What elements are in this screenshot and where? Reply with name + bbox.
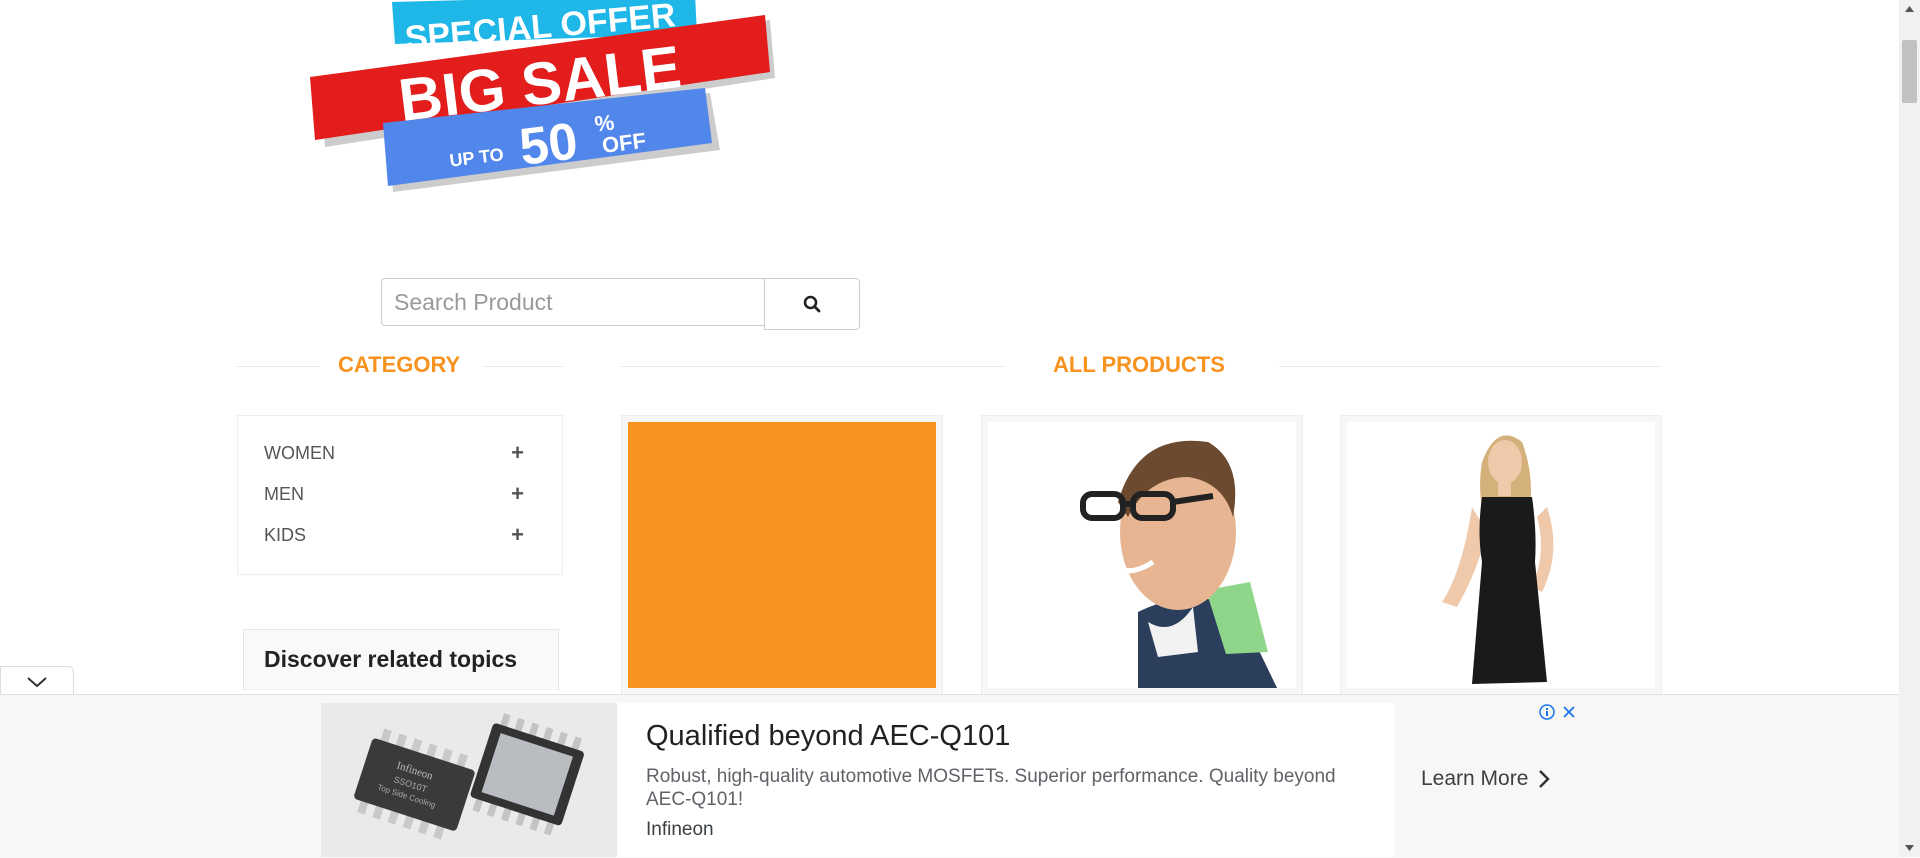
category-item-women[interactable]: WOMEN + (264, 438, 524, 468)
info-icon[interactable] (1539, 704, 1555, 720)
learn-more-label: Learn More (1421, 767, 1529, 790)
ad-image[interactable]: Infineon SSO10T Top Side Cooling (321, 703, 617, 857)
banner-percent: 50 (516, 112, 580, 177)
related-topics-panel: Discover related topics (243, 629, 559, 691)
product-image-woman[interactable] (1347, 422, 1655, 688)
products-divider-right (1279, 366, 1661, 367)
product-card[interactable] (981, 415, 1303, 695)
scrollbar[interactable] (1899, 0, 1920, 857)
products-divider-left (621, 366, 1005, 367)
plus-icon[interactable]: + (511, 522, 524, 548)
search-bar (381, 278, 860, 330)
product-image-placeholder[interactable] (628, 422, 936, 688)
plus-icon[interactable]: + (511, 481, 524, 507)
category-item-kids[interactable]: KIDS + (264, 520, 524, 550)
sale-banner: SPECIAL OFFER BIG SALE UP TO 50 % OFF (310, 0, 775, 192)
product-card[interactable] (621, 415, 943, 695)
close-icon[interactable] (1561, 704, 1577, 720)
category-list: WOMEN + MEN + KIDS + (237, 415, 563, 575)
scroll-up-arrow-icon[interactable] (1899, 0, 1920, 18)
chevron-right-icon (1539, 770, 1551, 788)
ad-brand[interactable]: Infineon (646, 819, 714, 841)
products-title: ALL PRODUCTS (1053, 352, 1225, 377)
scrollbar-thumb[interactable] (1902, 40, 1917, 103)
plus-icon[interactable]: + (511, 440, 524, 466)
ad-banner[interactable]: Infineon SSO10T Top Side Cooling Qualifi… (321, 703, 1577, 857)
product-image-man[interactable] (988, 422, 1296, 688)
scroll-down-arrow-icon[interactable] (1899, 839, 1920, 857)
category-divider-right (483, 366, 563, 367)
ad-controls (1539, 704, 1577, 720)
category-divider-left (237, 366, 319, 367)
banner-off: OFF (601, 128, 648, 158)
category-item-label: WOMEN (264, 442, 335, 463)
category-item-label: KIDS (264, 524, 307, 545)
category-item-men[interactable]: MEN + (264, 479, 524, 509)
search-button[interactable] (764, 278, 860, 330)
woman-photo (1347, 422, 1655, 688)
search-input[interactable] (381, 278, 764, 326)
learn-more-button[interactable]: Learn More (1421, 767, 1551, 791)
search-icon (803, 295, 821, 313)
ad-description: Robust, high-quality automotive MOSFETs.… (646, 766, 1336, 810)
ad-collapse-button[interactable] (0, 666, 74, 696)
chevron-down-icon (27, 676, 47, 687)
chip-photo: Infineon SSO10T Top Side Cooling (321, 703, 617, 857)
related-topics-title: Discover related topics (264, 646, 518, 672)
category-item-label: MEN (264, 483, 304, 504)
man-photo (988, 422, 1296, 688)
ad-title[interactable]: Qualified beyond AEC-Q101 (646, 720, 1010, 753)
product-card[interactable] (1340, 415, 1662, 695)
category-title: CATEGORY (338, 352, 461, 377)
